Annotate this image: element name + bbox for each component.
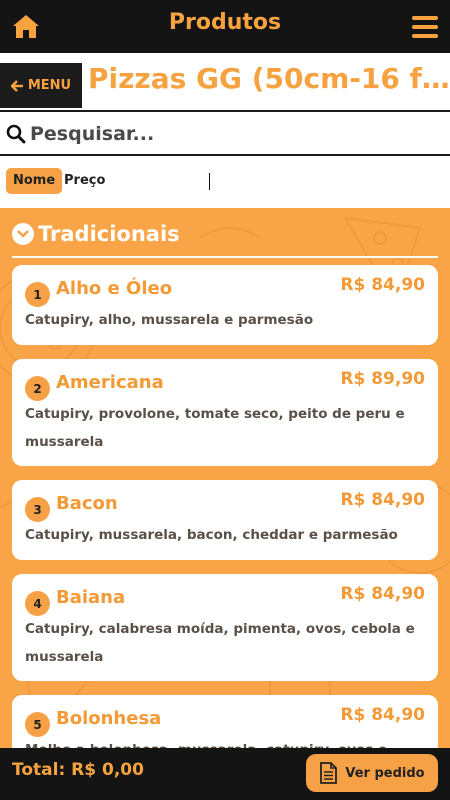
sort-by-price-button[interactable]: Preço xyxy=(64,168,105,194)
product-price: R$ 84,90 xyxy=(340,705,425,725)
document-icon xyxy=(320,762,338,784)
product-description: Catupiry, alho, mussarela e parmesão xyxy=(25,312,314,328)
product-price: R$ 89,90 xyxy=(340,369,425,389)
page-title: Produtos xyxy=(168,10,282,35)
product-description: Catupiry, provolone, tomate seco, peito … xyxy=(25,406,405,450)
product-card[interactable]: 5 Bolonhesa R$ 84,90 Molho a bolonhesa, … xyxy=(12,695,438,748)
top-bar: Produtos xyxy=(0,0,450,53)
search-input[interactable] xyxy=(30,120,430,148)
product-list[interactable]: Tradicionais 1 Alho e Óleo R$ 84,90 Catu… xyxy=(0,208,450,748)
product-number: 5 xyxy=(25,712,50,737)
chevron-down-icon xyxy=(12,223,34,245)
product-card[interactable]: 2 Americana R$ 89,90 Catupiry, provolone… xyxy=(12,359,438,466)
product-name: Americana xyxy=(56,372,164,393)
bottom-bar: Total: R$ 0,00 Ver pedido xyxy=(0,748,450,800)
product-number: 1 xyxy=(25,282,50,307)
product-price: R$ 84,90 xyxy=(340,275,425,295)
product-description: Catupiry, calabresa moída, pimenta, ovos… xyxy=(25,621,415,665)
product-name: Bolonhesa xyxy=(56,708,162,729)
product-description: Molho a bolonhesa, mussarela, catupiry, … xyxy=(25,736,425,748)
category-bar: MENU Pizzas GG (50cm-16 fatias) xyxy=(0,53,450,110)
product-number: 4 xyxy=(25,591,50,616)
product-number: 2 xyxy=(25,376,50,401)
product-card[interactable]: 4 Baiana R$ 84,90 Catupiry, calabresa mo… xyxy=(12,574,438,681)
section-title: Tradicionais xyxy=(38,222,180,246)
product-number: 3 xyxy=(25,497,50,522)
arrow-left-icon xyxy=(10,79,23,92)
sort-bar: Nome Preço xyxy=(0,156,450,208)
section-divider xyxy=(12,256,438,258)
view-order-label: Ver pedido xyxy=(345,765,425,781)
product-price: R$ 84,90 xyxy=(340,584,425,604)
product-card[interactable]: 1 Alho e Óleo R$ 84,90 Catupiry, alho, m… xyxy=(12,265,438,345)
product-price: R$ 84,90 xyxy=(340,490,425,510)
product-description: Catupiry, mussarela, bacon, cheddar e pa… xyxy=(25,527,398,543)
product-name: Baiana xyxy=(56,587,126,608)
search-bar xyxy=(0,110,450,156)
menu-button-label: MENU xyxy=(27,78,72,93)
menu-back-button[interactable]: MENU xyxy=(0,63,82,108)
search-icon xyxy=(6,124,26,144)
order-total: Total: R$ 0,00 xyxy=(12,760,144,780)
hamburger-icon[interactable] xyxy=(412,16,438,38)
product-name: Alho e Óleo xyxy=(56,278,173,299)
sort-divider xyxy=(209,173,210,190)
product-name: Bacon xyxy=(56,493,118,514)
section-header[interactable]: Tradicionais xyxy=(12,222,180,246)
product-card[interactable]: 3 Bacon R$ 84,90 Catupiry, mussarela, ba… xyxy=(12,480,438,560)
view-order-button[interactable]: Ver pedido xyxy=(306,754,438,792)
category-title: Pizzas GG (50cm-16 fatias) xyxy=(88,62,450,95)
sort-by-name-button[interactable]: Nome xyxy=(6,168,63,194)
